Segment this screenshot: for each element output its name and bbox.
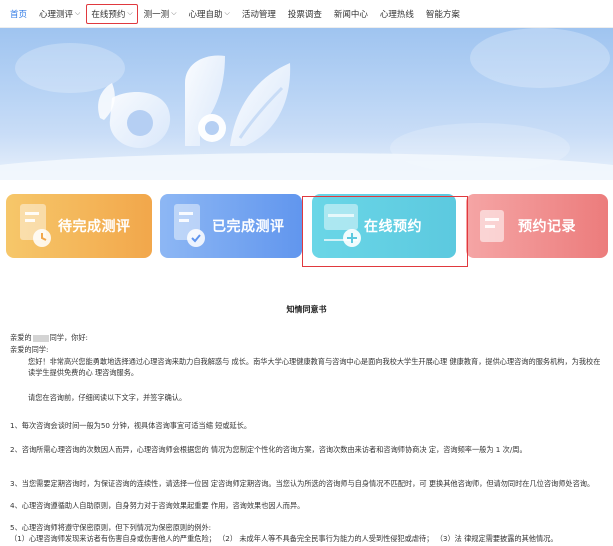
document-icon <box>480 210 504 242</box>
redacted-name <box>32 334 49 342</box>
instruction: 请您在咨询前，仔细阅读以下文字，并签字确认。 <box>28 393 187 402</box>
chevron-down-icon: ⌵ <box>127 9 133 17</box>
nav-item-test[interactable]: 测一测 ⌵ <box>138 4 183 24</box>
card-label: 在线预约 <box>364 219 422 235</box>
greeting-2: 亲爱的同学: <box>10 345 49 354</box>
consent-document: 知情同意书 亲爱的 同学，你好: 亲爱的同学: 您好！非常高兴您能勇敢地选择通过心… <box>0 268 613 546</box>
nav-item-self-help[interactable]: 心理自助 ⌵ <box>183 4 236 24</box>
clause-item: 4、心理咨询遵循助人自助原则，自身努力对于咨询效果起重要 作用，咨询效果也因人而… <box>10 501 305 510</box>
nav-item-assessment[interactable]: 心理测评 ⌵ <box>33 4 86 24</box>
nav-item-news[interactable]: 新闻中心 <box>328 4 374 24</box>
card-pending-assessment[interactable]: 待完成测评 <box>6 194 152 258</box>
nav-item-activity[interactable]: 活动管理 <box>236 4 282 24</box>
card-label: 预约记录 <box>518 219 576 235</box>
nav-item-online-booking[interactable]: 在线预约 ⌵ <box>86 3 138 24</box>
top-nav: 首页 心理测评 ⌵ 在线预约 ⌵ 测一测 ⌵ 心理自助 ⌵ 活动管理 投票调查 新闻中心… <box>0 0 613 28</box>
intro-paragraph: 您好！非常高兴您能勇敢地选择通过心理咨询来助力自我解惑与 成长。南华大学心理健康… <box>28 357 601 377</box>
chat-plus-icon <box>324 204 361 247</box>
quick-entry-cards: 待完成测评 已完成测评 在线预约 预约记录 <box>0 180 613 268</box>
banner-graphic <box>0 28 613 180</box>
card-booking-records[interactable]: 预约记录 <box>466 194 608 258</box>
document-title: 知情同意书 <box>286 305 327 314</box>
clipboard-check-icon <box>174 204 205 247</box>
hero-banner <box>0 28 613 180</box>
nav-item-smart-plan[interactable]: 智能方案 <box>420 4 466 24</box>
card-online-booking[interactable]: 在线预约 <box>312 194 456 258</box>
card-label: 已完成测评 <box>212 219 285 235</box>
clause-item: 5、心理咨询师将遵守保密原则，但下列情况为保密原则的例外: <box>10 523 212 532</box>
chevron-down-icon: ⌵ <box>75 9 81 17</box>
chevron-down-icon: ⌵ <box>171 9 177 17</box>
chevron-down-icon: ⌵ <box>224 9 230 17</box>
nav-item-vote[interactable]: 投票调查 <box>282 4 328 24</box>
greeting: 亲爱的 同学，你好: <box>10 333 88 342</box>
clause-item: 3、当您需要定期咨询时，为保证咨询的连续性，请选择一位固 定咨询师定期咨询。当您… <box>10 479 595 488</box>
clipboard-clock-icon <box>20 204 51 247</box>
nav-item-hotline[interactable]: 心理热线 <box>374 4 420 24</box>
card-completed-assessment[interactable]: 已完成测评 <box>160 194 302 258</box>
clause-item: 2、咨询所需心理咨询的次数因人而异，心理咨询师会根据您的 情况为您制定个性化的咨… <box>10 445 527 454</box>
clause-item: 1、每次咨询会谈时间一般为50 分钟，视具体咨询事宜可适当缩 短或延长。 <box>10 421 252 430</box>
nav-item-home[interactable]: 首页 <box>4 4 33 24</box>
clause-item: （1）心理咨询师发现来访者有伤害自身或伤害他人的严重危险； （2） 未成年人等不… <box>10 534 558 543</box>
card-label: 待完成测评 <box>58 219 131 235</box>
